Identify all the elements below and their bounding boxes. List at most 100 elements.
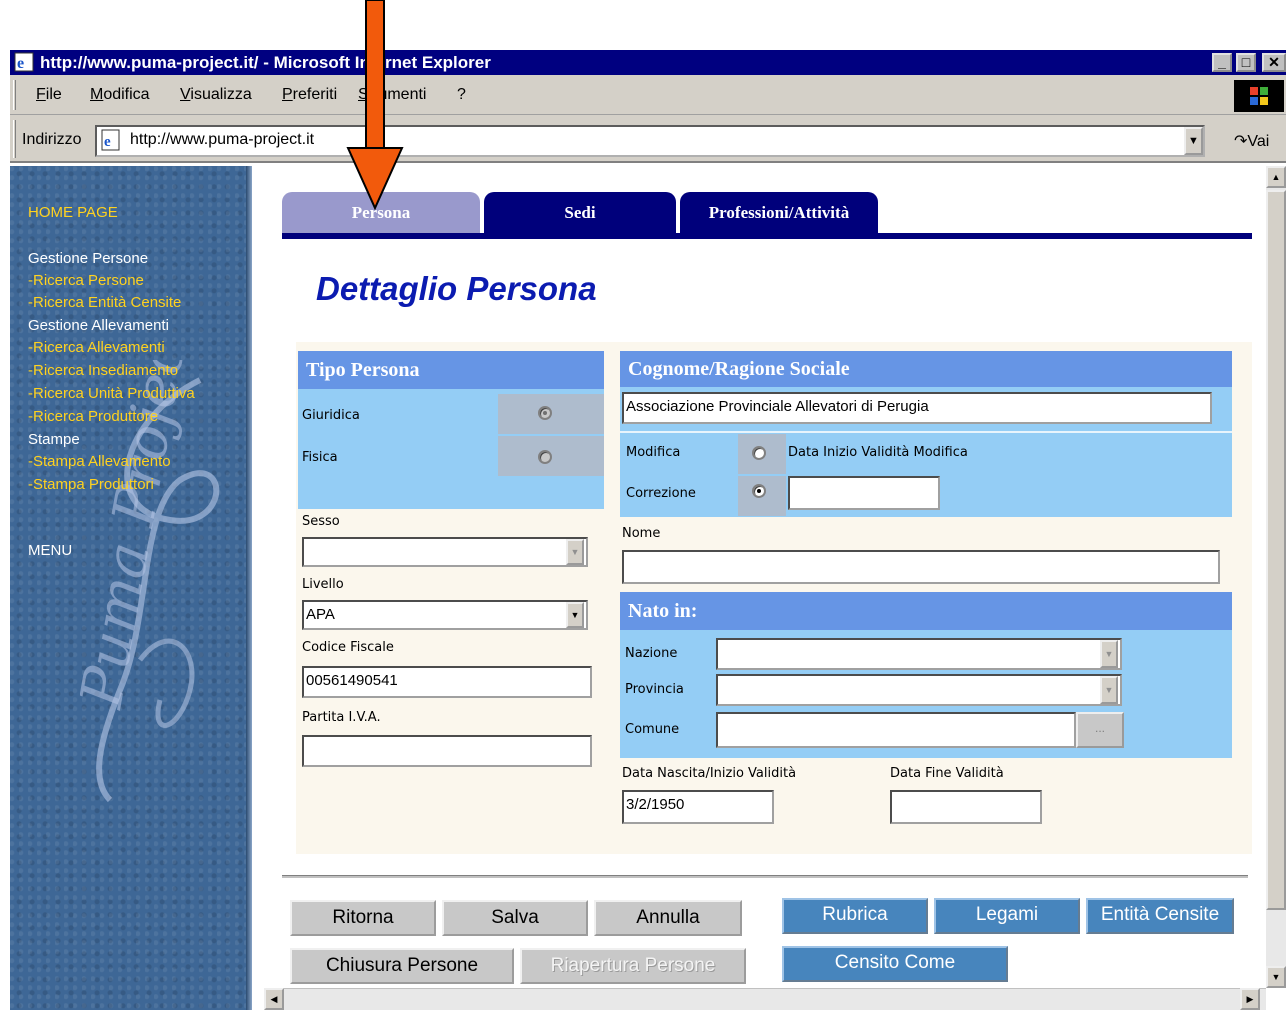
nav-section-stampe: Stampe (28, 431, 80, 448)
comune-lookup-button[interactable]: ... (1076, 712, 1124, 748)
data-nascita-input[interactable]: 3/2/1950 (622, 790, 774, 824)
scroll-right-button[interactable]: ▶ (1240, 988, 1260, 1010)
page-title: Dettaglio Persona (316, 270, 597, 307)
go-arrow-icon: ↷ (1234, 133, 1248, 150)
menu-visualizza[interactable]: Visualizza (180, 86, 252, 104)
partita-iva-label: Partita I.V.A. (302, 710, 381, 725)
annotation-arrow-icon (346, 0, 404, 210)
sesso-label: Sesso (302, 514, 340, 529)
nav-section-gestione-allevamenti: Gestione Allevamenti (28, 317, 169, 334)
maximize-button[interactable]: □ (1236, 53, 1256, 72)
ritorna-button[interactable]: Ritorna (290, 900, 436, 936)
nome-input[interactable] (622, 550, 1220, 584)
censito-come-button[interactable]: Censito Come (782, 946, 1008, 982)
svg-text:e: e (17, 55, 24, 72)
entita-censite-button[interactable]: Entità Censite (1086, 898, 1234, 934)
window-title-bar[interactable]: http://www.puma-project.it/ - Microsoft … (10, 50, 1286, 75)
correzione-label: Correzione (626, 486, 696, 501)
minimize-button[interactable]: _ (1212, 53, 1232, 72)
address-label: Indirizzo (22, 131, 82, 148)
livello-label: Livello (302, 577, 344, 592)
nav-ricerca-insediamento[interactable]: -Ricerca Insediamento (28, 360, 178, 382)
scroll-up-button[interactable]: ▲ (1266, 166, 1286, 188)
address-url: http://www.puma-project.it (130, 131, 315, 148)
menu-help[interactable]: ? (457, 86, 466, 104)
modifica-label: Modifica (626, 445, 681, 460)
address-grip (13, 120, 16, 158)
livello-select[interactable]: APA (302, 600, 588, 630)
cognome-row-divider (620, 431, 1232, 433)
sesso-select[interactable] (302, 537, 588, 567)
form-separator (282, 875, 1248, 878)
data-nascita-value: 3/2/1950 (626, 796, 685, 813)
windows-logo-throbber (1234, 80, 1284, 112)
cognome-header: Cognome/Ragione Sociale (620, 351, 1232, 387)
sesso-dropdown-icon[interactable]: ▼ (566, 539, 584, 565)
nav-stampa-allevamento[interactable]: -Stampa Allevamento (28, 451, 171, 473)
nav-ricerca-entita-censite[interactable]: -Ricerca Entità Censite (28, 292, 181, 314)
rubrica-button[interactable]: Rubrica (782, 898, 928, 934)
correzione-radio[interactable] (752, 484, 766, 498)
nav-ricerca-persone[interactable]: -Ricerca Persone (28, 270, 144, 292)
nav-ricerca-allevamenti[interactable]: -Ricerca Allevamenti (28, 337, 165, 359)
tab-sedi[interactable]: Sedi (484, 192, 676, 234)
livello-value: APA (306, 606, 335, 623)
cognome-value: Associazione Provinciale Allevatori di P… (626, 398, 929, 415)
data-fine-validita-label: Data Fine Validità (890, 766, 1004, 781)
address-dropdown-button[interactable]: ▼ (1184, 127, 1203, 155)
nav-menu[interactable]: MENU (28, 540, 72, 562)
nav-ricerca-produttore[interactable]: -Ricerca Produttore (28, 406, 158, 428)
vertical-scroll-thumb[interactable] (1266, 190, 1286, 910)
fisica-label: Fisica (302, 450, 338, 465)
giuridica-radio[interactable] (538, 406, 552, 420)
salva-button[interactable]: Salva (442, 900, 588, 936)
annulla-button[interactable]: Annulla (594, 900, 742, 936)
codice-fiscale-input[interactable]: 00561490541 (302, 666, 592, 698)
svg-text:e: e (104, 134, 111, 150)
provincia-dropdown-icon[interactable]: ▼ (1100, 676, 1118, 704)
cognome-input[interactable]: Associazione Provinciale Allevatori di P… (622, 392, 1212, 424)
comune-input[interactable] (716, 712, 1076, 748)
fisica-radio[interactable] (538, 450, 552, 464)
data-fine-validita-input[interactable] (890, 790, 1042, 824)
scroll-left-button[interactable]: ◀ (264, 988, 284, 1010)
menu-modifica[interactable]: Modifica (90, 86, 150, 104)
modifica-radio[interactable] (752, 446, 766, 460)
puma-logo-script: Puma Project (80, 360, 220, 803)
riapertura-persone-button[interactable]: Riapertura Persone (520, 948, 746, 984)
nazione-dropdown-icon[interactable]: ▼ (1100, 640, 1118, 668)
go-button[interactable]: ↷Vai (1234, 131, 1269, 151)
window-title: http://www.puma-project.it/ - Microsoft … (40, 53, 491, 72)
menu-preferiti[interactable]: Preferiti (282, 86, 337, 104)
internet-explorer-icon: e (14, 52, 34, 72)
partita-iva-input[interactable] (302, 735, 592, 767)
tab-professioni-attivita[interactable]: Professioni/Attività (680, 192, 878, 234)
menu-file[interactable]: File (36, 86, 62, 104)
nato-in-header: Nato in: (620, 592, 1232, 630)
tipo-persona-header: Tipo Persona (298, 351, 604, 389)
close-button[interactable]: ✕ (1262, 53, 1286, 72)
horizontal-scrollbar[interactable] (264, 988, 1266, 1010)
livello-dropdown-icon[interactable]: ▼ (566, 602, 584, 628)
go-label: Vai (1247, 133, 1270, 150)
nav-ricerca-unita-produttiva[interactable]: -Ricerca Unità Produttiva (28, 383, 195, 405)
data-nascita-label: Data Nascita/Inizio Validità (622, 766, 797, 781)
chiusura-persone-button[interactable]: Chiusura Persone (290, 948, 514, 984)
toolbar-grip (13, 80, 16, 110)
comune-label: Comune (625, 722, 680, 737)
nazione-label: Nazione (625, 646, 678, 661)
nav-stampa-produttori[interactable]: -Stampa Produttori (28, 474, 154, 496)
windows-flag-icon (1250, 87, 1268, 105)
data-inizio-validita-modifica-label: Data Inizio Validità Modifica (788, 445, 968, 460)
giuridica-label: Giuridica (302, 408, 360, 423)
provincia-label: Provincia (625, 682, 684, 697)
provincia-select[interactable] (716, 674, 1122, 706)
nav-section-gestione-persone: Gestione Persone (28, 250, 149, 267)
data-inizio-validita-input[interactable] (788, 476, 940, 510)
codice-fiscale-label: Codice Fiscale (302, 640, 394, 655)
legami-button[interactable]: Legami (934, 898, 1080, 934)
codice-fiscale-value: 00561490541 (306, 672, 398, 689)
nazione-select[interactable] (716, 638, 1122, 670)
nav-home-page[interactable]: HOME PAGE (28, 202, 118, 224)
scroll-down-button[interactable]: ▼ (1266, 966, 1286, 988)
